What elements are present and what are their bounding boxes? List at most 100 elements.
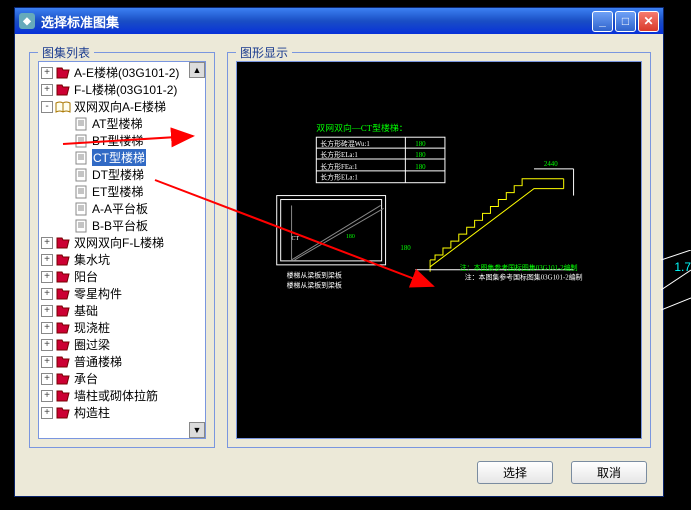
tree-node[interactable]: ET型楼梯 xyxy=(39,183,205,200)
tree-node[interactable]: + 基础 xyxy=(39,302,205,319)
tree-node-label[interactable]: 圈过梁 xyxy=(74,336,110,353)
book-red-icon xyxy=(55,338,71,352)
titlebar[interactable]: ◆ 选择标准图集 _ □ ✕ xyxy=(15,8,663,34)
book-red-icon xyxy=(55,304,71,318)
svg-text:楼梯从梁板到梁板: 楼梯从梁板到梁板 xyxy=(287,281,342,290)
book-red-icon xyxy=(55,236,71,250)
tree-node-label[interactable]: DT型楼梯 xyxy=(92,166,144,183)
minimize-button[interactable]: _ xyxy=(592,11,613,32)
tree-node-label[interactable]: AT型楼梯 xyxy=(92,115,142,132)
svg-text:2440: 2440 xyxy=(544,161,558,168)
tree-node[interactable]: + F-L楼梯(03G101-2) xyxy=(39,81,205,98)
tree-node[interactable]: - 双网双向A-E楼梯 xyxy=(39,98,205,115)
svg-text:180: 180 xyxy=(400,245,411,252)
spacer-icon xyxy=(59,186,71,198)
spacer-icon xyxy=(59,118,71,130)
tree-node-label[interactable]: 承台 xyxy=(74,370,98,387)
spacer-icon xyxy=(59,220,71,232)
expand-icon[interactable]: + xyxy=(41,254,53,266)
tree-node-label[interactable]: 集水坑 xyxy=(74,251,110,268)
tree-node-label[interactable]: 现浇桩 xyxy=(74,319,110,336)
tree-view[interactable]: ▲ + A-E楼梯(03G101-2) + F-L楼梯(03G101-2) - 双网双向A… xyxy=(38,61,206,439)
expand-icon[interactable]: + xyxy=(41,407,53,419)
preview-legend: 图形显示 xyxy=(236,44,292,61)
maximize-button[interactable]: □ xyxy=(615,11,636,32)
expand-icon[interactable]: + xyxy=(41,322,53,334)
tree-node[interactable]: AT型楼梯 xyxy=(39,115,205,132)
tree-node[interactable]: + 构造柱 xyxy=(39,404,205,421)
expand-icon[interactable]: + xyxy=(41,288,53,300)
tree-node[interactable]: + 圈过梁 xyxy=(39,336,205,353)
tree-node[interactable]: + 阳台 xyxy=(39,268,205,285)
expand-icon[interactable]: + xyxy=(41,390,53,402)
spacer-icon xyxy=(59,135,71,147)
cancel-button[interactable]: 取消 xyxy=(571,461,647,484)
dialog-title: 选择标准图集 xyxy=(41,12,119,31)
page-icon xyxy=(73,134,89,148)
tree-node[interactable]: + A-E楼梯(03G101-2) xyxy=(39,64,205,81)
tree-node-label[interactable]: 普通楼梯 xyxy=(74,353,122,370)
book-red-icon xyxy=(55,66,71,80)
tree-node-selected[interactable]: CT型楼梯 xyxy=(39,149,205,166)
svg-text:楼梯从梁板到梁板: 楼梯从梁板到梁板 xyxy=(287,271,342,280)
book-red-icon xyxy=(55,355,71,369)
tree-node[interactable]: + 现浇桩 xyxy=(39,319,205,336)
tree-node-label[interactable]: CT型楼梯 xyxy=(92,149,146,166)
tree-node-label[interactable]: 零星构件 xyxy=(74,285,122,302)
page-icon xyxy=(73,219,89,233)
expand-icon[interactable]: + xyxy=(41,373,53,385)
tree-node-label[interactable]: 双网双向F-L楼梯 xyxy=(74,234,164,251)
tree-node[interactable]: + 零星构件 xyxy=(39,285,205,302)
bg-dim-text: 1.7 xyxy=(674,260,691,274)
tree-node[interactable]: + 承台 xyxy=(39,370,205,387)
tree-node[interactable]: A-A平台板 xyxy=(39,200,205,217)
scroll-down-button[interactable]: ▼ xyxy=(189,422,205,438)
expand-icon[interactable]: + xyxy=(41,271,53,283)
expand-icon[interactable]: + xyxy=(41,237,53,249)
book-red-icon xyxy=(55,83,71,97)
tree-node-label[interactable]: 阳台 xyxy=(74,268,98,285)
expand-icon[interactable]: + xyxy=(41,305,53,317)
tree-node[interactable]: + 双网双向F-L楼梯 xyxy=(39,234,205,251)
tree-node-label[interactable]: 构造柱 xyxy=(74,404,110,421)
page-icon xyxy=(73,202,89,216)
tree-node-label[interactable]: 墙柱或砌体拉筋 xyxy=(74,387,158,404)
tree-node-label[interactable]: B-B平台板 xyxy=(92,217,148,234)
tree-node-label[interactable]: BT型楼梯 xyxy=(92,132,143,149)
select-button[interactable]: 选择 xyxy=(477,461,553,484)
svg-text:180: 180 xyxy=(415,164,426,171)
svg-text:注：本图集参考国标图集03G101-2编制: 注：本图集参考国标图集03G101-2编制 xyxy=(465,273,583,282)
tree-node[interactable]: + 集水坑 xyxy=(39,251,205,268)
svg-text:CT: CT xyxy=(292,236,300,242)
preview-heading: 双网双向—CT型楼梯： xyxy=(316,122,407,133)
svg-text:长方形砖混Wu:1: 长方形砖混Wu:1 xyxy=(320,139,370,148)
tree-node-label[interactable]: 基础 xyxy=(74,302,98,319)
tree-node[interactable]: + 普通楼梯 xyxy=(39,353,205,370)
expand-icon[interactable]: + xyxy=(41,339,53,351)
dialog-select-drawing: ◆ 选择标准图集 _ □ ✕ 图集列表 ▲ +A-E楼梯(03G101-2)+F… xyxy=(14,7,664,497)
spacer-icon xyxy=(59,152,71,164)
expand-icon[interactable]: + xyxy=(41,84,53,96)
svg-text:180: 180 xyxy=(346,234,355,240)
close-button[interactable]: ✕ xyxy=(638,11,659,32)
tree-node-label[interactable]: 双网双向A-E楼梯 xyxy=(74,98,166,115)
tree-node[interactable]: BT型楼梯 xyxy=(39,132,205,149)
svg-text:长方形ELa:1: 长方形ELa:1 xyxy=(320,173,358,182)
spacer-icon xyxy=(59,169,71,181)
tree-node-label[interactable]: A-E楼梯(03G101-2) xyxy=(74,64,179,81)
tree-node-label[interactable]: A-A平台板 xyxy=(92,200,148,217)
tree-node-label[interactable]: F-L楼梯(03G101-2) xyxy=(74,81,177,98)
expand-icon[interactable]: + xyxy=(41,67,53,79)
book-red-icon xyxy=(55,389,71,403)
tree-node[interactable]: DT型楼梯 xyxy=(39,166,205,183)
tree-node[interactable]: + 墙柱或砌体拉筋 xyxy=(39,387,205,404)
scroll-up-button[interactable]: ▲ xyxy=(189,62,205,78)
tree-groupbox: 图集列表 ▲ +A-E楼梯(03G101-2)+F-L楼梯(03G101-2)-… xyxy=(29,52,215,448)
collapse-icon[interactable]: - xyxy=(41,101,53,113)
book-open-icon xyxy=(55,100,71,114)
tree-node[interactable]: B-B平台板 xyxy=(39,217,205,234)
preview-canvas: 双网双向—CT型楼梯： 长方形砖混Wu:1 长方形ELa:1 长方形FEa:1 … xyxy=(236,61,642,439)
tree-node-label[interactable]: ET型楼梯 xyxy=(92,183,143,200)
expand-icon[interactable]: + xyxy=(41,356,53,368)
page-icon xyxy=(73,185,89,199)
